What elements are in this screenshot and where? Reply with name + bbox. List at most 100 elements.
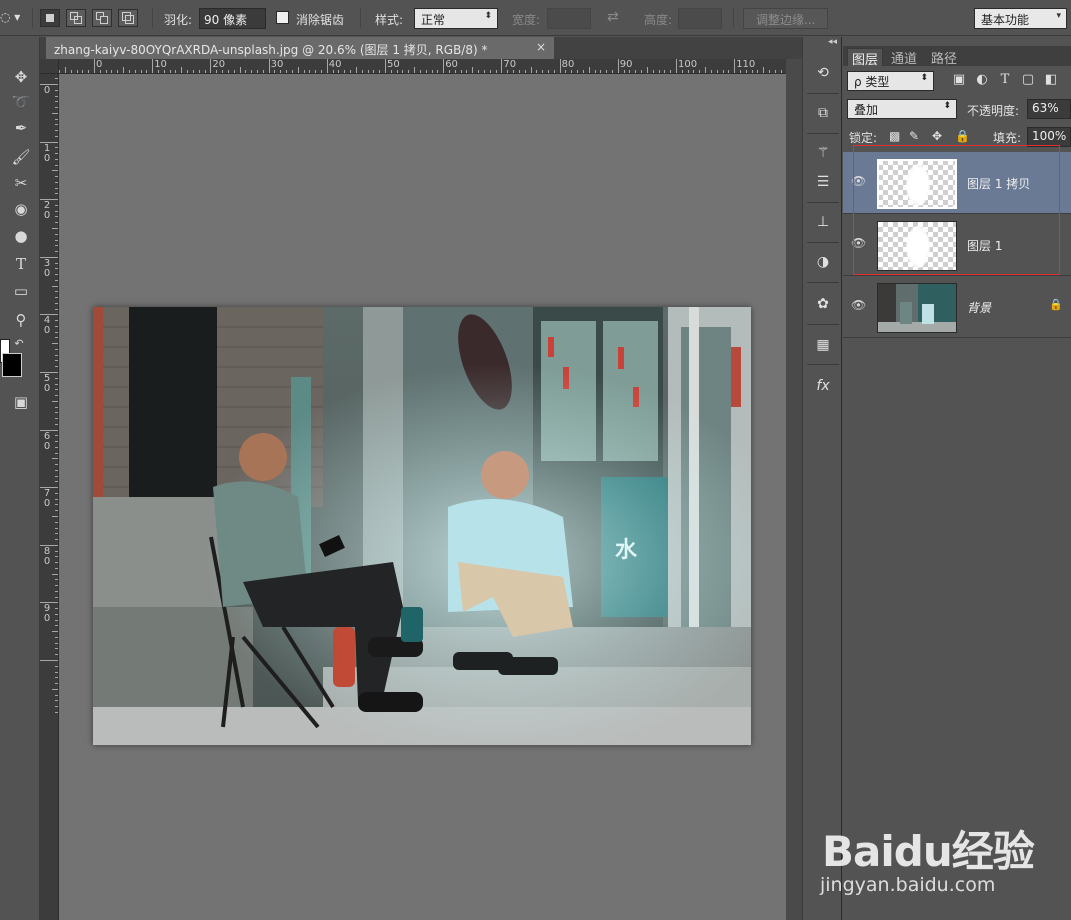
tab-channels[interactable]: 通道: [887, 48, 921, 67]
ruler-tick: [553, 70, 555, 73]
fx-icon[interactable]: fx: [811, 375, 835, 397]
height-input[interactable]: [678, 8, 722, 29]
canvas-pasteboard[interactable]: 水: [59, 74, 786, 920]
options-bar: ◌ ▾ 羽化: 90 像素 消除锯齿 样式: 正常 ⬍ 宽度: ⇄ 高度: 调整边…: [0, 0, 1071, 36]
document-tab[interactable]: zhang-kaiyv-80OYQrAXRDA-unsplash.jpg @ 2…: [46, 37, 554, 59]
ruler-tick: [55, 671, 58, 673]
close-tab-icon[interactable]: ×: [536, 40, 546, 54]
ruler-tick: [600, 70, 602, 73]
lasso-icon[interactable]: ➰: [6, 90, 36, 114]
feather-label: 羽化:: [164, 13, 193, 27]
fill-input[interactable]: 100%: [1027, 127, 1071, 147]
align-icon[interactable]: ⊥: [811, 211, 835, 233]
lock-position-icon[interactable]: ✥: [932, 129, 942, 143]
dodge-icon[interactable]: ●: [6, 224, 36, 248]
ruler-tick: [699, 70, 701, 73]
adjustments-icon[interactable]: ◑: [811, 251, 835, 273]
filter-smart-object-icon[interactable]: ◧: [1043, 72, 1059, 87]
history-icon[interactable]: ⟲: [811, 62, 835, 84]
ruler-tick: [431, 70, 433, 73]
background-color-swatch[interactable]: [2, 353, 22, 377]
add-selection-button[interactable]: [66, 9, 86, 27]
filter-shape-icon[interactable]: ▢: [1020, 72, 1036, 87]
brush-presets-icon[interactable]: ⚚: [811, 142, 835, 164]
ruler-tick: [454, 70, 456, 73]
filter-type-icon[interactable]: T: [997, 72, 1013, 87]
layer-row-copy[interactable]: 👁 图层 1 拷贝: [843, 152, 1071, 214]
type-icon[interactable]: T: [6, 252, 36, 276]
clone-stamp-icon[interactable]: ✂: [6, 171, 36, 195]
ruler-tick: [198, 70, 200, 73]
ruler-tick: [55, 291, 58, 293]
document-image[interactable]: 水: [93, 307, 751, 745]
ruler-tick: [652, 70, 654, 73]
collapse-panels-icon[interactable]: ◂◂: [828, 37, 837, 47]
lock-pixels-icon[interactable]: ✎: [909, 129, 919, 143]
ruler-tick: [55, 233, 58, 235]
eyedropper-icon[interactable]: ✒: [6, 116, 36, 140]
lock-all-icon[interactable]: 🔒: [955, 129, 970, 143]
styles-icon[interactable]: ✿: [811, 293, 835, 315]
ruler-tick: [88, 70, 90, 73]
quick-mask-icon[interactable]: ▣: [6, 390, 36, 414]
swatches-icon[interactable]: ▦: [811, 334, 835, 356]
intersect-selection-button[interactable]: [118, 9, 138, 27]
visibility-eye-icon[interactable]: 👁: [851, 236, 866, 250]
swap-colors-icon[interactable]: ↶: [12, 332, 26, 356]
ruler-tick: [55, 268, 58, 270]
ruler-tick: [55, 245, 58, 247]
new-selection-button[interactable]: [40, 9, 60, 27]
swap-icon[interactable]: ⇄: [607, 9, 619, 25]
ruler-tick: [52, 285, 58, 287]
ruler-tick: [216, 70, 218, 73]
brush-icon[interactable]: 🖌: [6, 145, 36, 169]
tab-paths[interactable]: 路径: [927, 48, 961, 67]
style-dropdown[interactable]: 正常 ⬍: [414, 8, 498, 29]
vertical-ruler[interactable]: 0 1 0 2 0 3 0 4 0 5 0 6 0 7 0 8 0 9 0: [40, 74, 59, 920]
filter-image-icon[interactable]: ▣: [951, 72, 967, 87]
rectangle-icon[interactable]: ▭: [6, 279, 36, 303]
ruler-tick: [105, 70, 107, 73]
filter-adjustment-icon[interactable]: ◐: [974, 72, 990, 87]
subtract-selection-button[interactable]: [92, 9, 112, 27]
opacity-input[interactable]: 63%: [1027, 99, 1071, 119]
blend-mode-dropdown[interactable]: 叠加 ⬍: [847, 99, 957, 119]
ruler-tick: [239, 67, 241, 73]
vertical-scrollbar[interactable]: [786, 59, 802, 920]
antialias-checkbox[interactable]: [276, 11, 289, 24]
ruler-label: 110: [736, 59, 756, 70]
layer-row-1[interactable]: 👁 图层 1: [843, 214, 1071, 276]
ruler-tick: [52, 170, 58, 172]
width-input[interactable]: [547, 8, 591, 29]
ruler-tick: [55, 596, 58, 598]
visibility-eye-icon[interactable]: 👁: [851, 298, 866, 312]
layer-filter-dropdown[interactable]: ρ 类型 ⬍: [847, 71, 934, 91]
visibility-eye-icon[interactable]: 👁: [851, 174, 866, 188]
ruler-tick: [55, 158, 58, 160]
ruler-tick: [55, 78, 58, 80]
zoom-icon[interactable]: ⚲: [6, 308, 36, 332]
layer-row-background[interactable]: 👁 背景 🔒: [843, 276, 1071, 338]
ruler-origin[interactable]: [40, 59, 59, 74]
tab-layers[interactable]: 图层: [847, 48, 884, 68]
ruler-label: 0: [43, 85, 51, 96]
ruler-tick: [55, 590, 58, 592]
move-icon[interactable]: ✥: [6, 65, 36, 89]
ruler-tick: [55, 441, 58, 443]
adjust-icon[interactable]: ☰: [811, 171, 835, 193]
paint-bucket-icon[interactable]: ◉: [6, 197, 36, 221]
lock-transparency-icon[interactable]: ▩: [889, 129, 900, 143]
ruler-tick: [55, 510, 58, 512]
ruler-tick: [55, 423, 58, 425]
ruler-tick: [55, 95, 58, 97]
ruler-tick: [55, 176, 58, 178]
ruler-label: 30: [270, 59, 284, 70]
opacity-label: 不透明度:: [967, 104, 1020, 118]
marquee-tool-icon[interactable]: ◌ ▾: [0, 10, 20, 24]
ruler-tick: [658, 70, 660, 73]
refine-edge-button[interactable]: 调整边缘...: [743, 8, 829, 29]
horizontal-ruler[interactable]: 0 10 20 30 40 50 60 70 80 90 100 110: [59, 59, 786, 74]
feather-input[interactable]: 90 像素: [199, 8, 266, 29]
workspace-dropdown[interactable]: 基本功能 ▾: [974, 8, 1067, 29]
properties-icon[interactable]: ⧉: [811, 102, 835, 124]
